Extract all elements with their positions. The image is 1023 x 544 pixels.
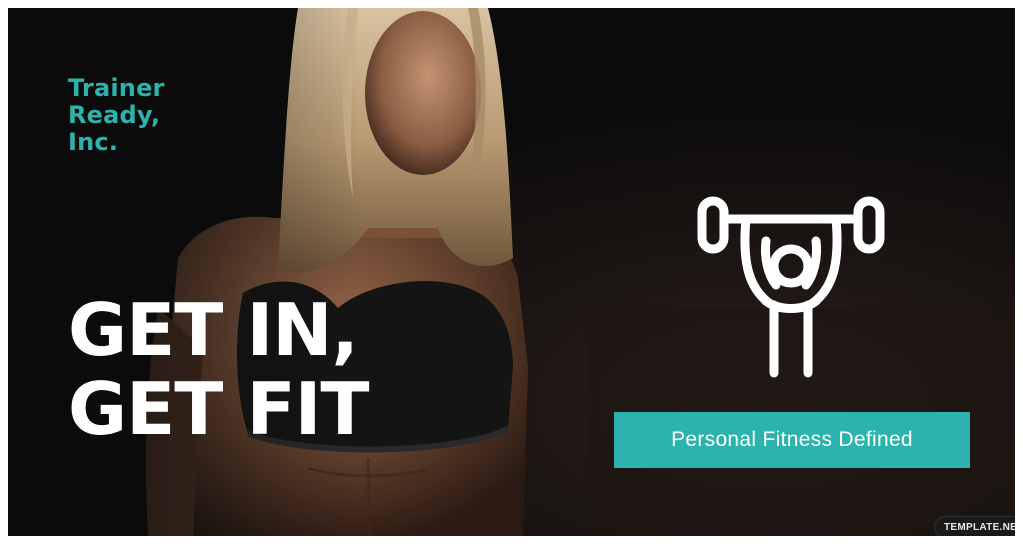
company-name-line-3: Inc.	[68, 128, 119, 156]
weightlifter-icon	[697, 196, 885, 378]
fitness-slide: Trainer Ready, Inc. GET IN, GET FIT Pers…	[8, 8, 1015, 536]
template-watermark: TEMPLATE.NET	[934, 516, 1015, 536]
company-name-line-2: Ready,	[68, 101, 161, 129]
company-name-line-1: Trainer	[68, 74, 165, 102]
tagline-banner: Personal Fitness Defined	[614, 412, 970, 468]
company-name: Trainer Ready, Inc.	[68, 75, 165, 156]
headline: GET IN, GET FIT	[68, 288, 370, 451]
headline-line-2: GET FIT	[68, 367, 370, 451]
slide-frame: Trainer Ready, Inc. GET IN, GET FIT Pers…	[0, 0, 1023, 544]
tagline-text: Personal Fitness Defined	[671, 428, 913, 451]
headline-line-1: GET IN,	[68, 288, 359, 372]
